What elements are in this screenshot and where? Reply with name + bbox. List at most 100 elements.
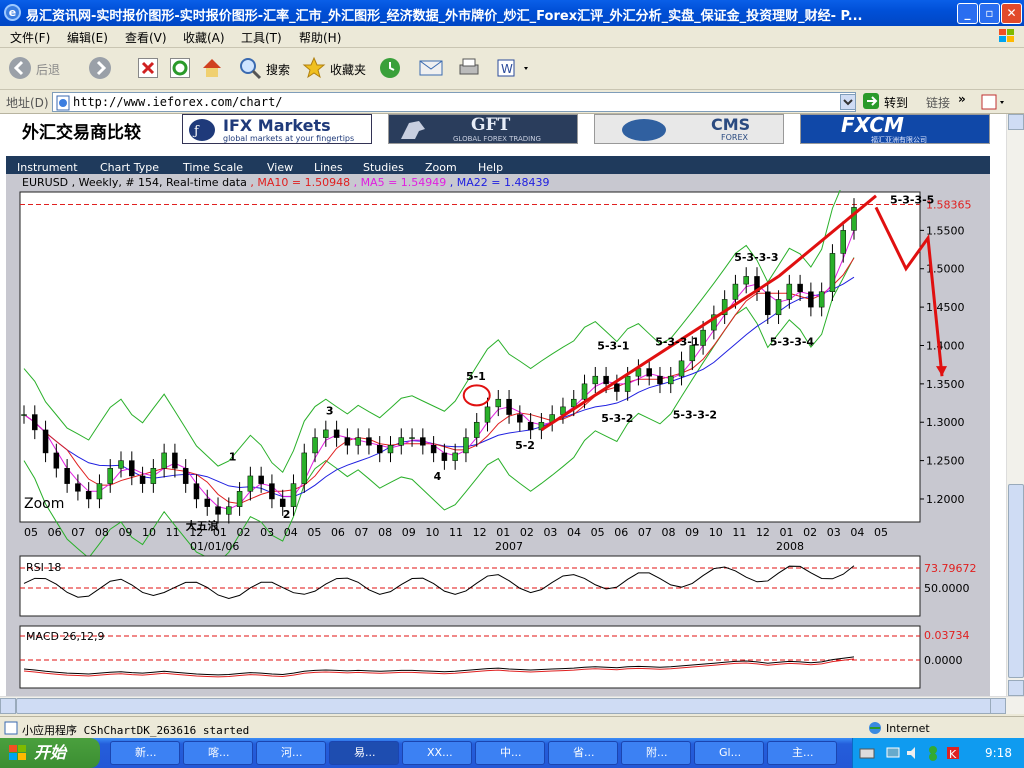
close-button[interactable]: ✕ — [1001, 3, 1022, 24]
menu-edit[interactable]: 编辑(E) — [67, 29, 108, 46]
go-button[interactable]: 转到 — [862, 92, 914, 112]
menu-help[interactable]: 帮助(H) — [299, 29, 341, 46]
x-year-label: 01/01/06 — [190, 540, 239, 553]
address-dropdown[interactable] — [840, 94, 856, 110]
horizontal-scrollbar[interactable] — [0, 696, 1024, 714]
taskbar-item[interactable]: 新... — [110, 741, 180, 765]
stop-button[interactable] — [138, 58, 158, 78]
menu-view[interactable]: 查看(V) — [125, 29, 167, 46]
taskbar-item[interactable]: 喀... — [183, 741, 253, 765]
candle-body — [452, 452, 458, 461]
candle-body — [420, 437, 426, 446]
candle-body — [85, 491, 92, 500]
scroll-right-button[interactable] — [990, 698, 1006, 714]
extra-toolbar-button[interactable] — [980, 93, 1006, 111]
links-chevron-icon[interactable]: » — [958, 92, 966, 106]
volume-icon[interactable] — [905, 745, 921, 761]
fxcm-banner[interactable]: FXCM 福汇亚洲有限公司 — [800, 114, 990, 144]
menu-file[interactable]: 文件(F) — [10, 29, 50, 46]
start-label: 开始 — [34, 743, 67, 762]
network-icon[interactable] — [885, 745, 901, 761]
taskbar-item[interactable]: XX... — [402, 741, 472, 765]
candle-body — [441, 452, 448, 461]
taskbar-item[interactable]: 省... — [548, 741, 618, 765]
refresh-icon — [172, 60, 188, 76]
broker-compare-banner[interactable]: 外汇交易商比较 — [6, 114, 174, 144]
messenger-icon[interactable] — [925, 745, 941, 761]
gft-title: GFT — [471, 115, 511, 135]
candle-body — [75, 483, 81, 492]
taskbar-item[interactable]: 中... — [475, 741, 545, 765]
chart-symbol: EURUSD , Weekly, # 154, Real-time data — [22, 176, 247, 189]
maximize-button[interactable]: ▫ — [979, 3, 1000, 24]
chart-menu-lines[interactable]: Lines — [314, 161, 343, 174]
scroll-up-button[interactable] — [1008, 114, 1024, 130]
candle-body — [258, 475, 264, 484]
gft-banner[interactable]: GFT GLOBAL FOREX TRADING — [388, 114, 578, 144]
scroll-left-button[interactable] — [0, 698, 16, 714]
svg-text:ƒ: ƒ — [192, 124, 200, 139]
gft-subtitle: GLOBAL FOREX TRADING — [453, 135, 541, 143]
macd-value-label: 0.03734 — [924, 629, 970, 642]
y-tick-label: 1.2500 — [926, 455, 965, 468]
home-button[interactable] — [200, 56, 224, 80]
edit-button[interactable]: W — [494, 56, 534, 80]
minimize-button[interactable]: _ — [957, 3, 978, 24]
refresh-button[interactable] — [170, 58, 190, 78]
taskbar-item[interactable]: 主... — [767, 741, 837, 765]
taskbar-item[interactable]: 附... — [621, 741, 691, 765]
zone-label: Internet — [886, 722, 930, 735]
keyboard-icon[interactable] — [859, 745, 875, 761]
scroll-down-button[interactable] — [1008, 680, 1024, 696]
vertical-scroll-thumb[interactable] — [1008, 484, 1024, 678]
taskbar-item[interactable]: 易... — [329, 741, 399, 765]
chart-applet[interactable]: Instrument Chart Type Time Scale View Li… — [6, 156, 990, 696]
price-chart[interactable]: 1.55001.50001.45001.40001.35001.30001.25… — [6, 190, 990, 696]
menu-favorites[interactable]: 收藏(A) — [183, 29, 225, 46]
address-input[interactable]: http://www.ieforex.com/chart/ — [52, 92, 856, 112]
candle-body — [161, 452, 167, 469]
candle-body — [624, 375, 631, 392]
home-icon — [203, 59, 221, 77]
chart-menu-chart-type[interactable]: Chart Type — [100, 161, 159, 174]
window-titlebar: e 易汇资讯网-实时报价图形-实时报价图形-汇率_汇市_外汇图形_经济数据_外市… — [0, 0, 1024, 26]
taskbar-item[interactable]: Gl... — [694, 741, 764, 765]
mail-button[interactable] — [418, 56, 452, 80]
vertical-scrollbar[interactable] — [1006, 114, 1024, 696]
favorites-button[interactable]: 收藏夹 — [302, 56, 372, 82]
start-button[interactable]: 开始 — [0, 738, 100, 768]
cms-banner[interactable]: CMS FOREX — [594, 114, 784, 144]
history-button[interactable] — [378, 56, 402, 80]
chart-menu-view[interactable]: View — [267, 161, 293, 174]
search-button[interactable]: 搜索 — [238, 56, 298, 82]
chart-menu-time-scale[interactable]: Time Scale — [183, 161, 243, 174]
candle-body — [506, 398, 512, 415]
wave-label: 5-2 — [515, 439, 535, 452]
y-tick-label: 1.3500 — [926, 378, 965, 391]
horizontal-scroll-thumb[interactable] — [16, 698, 1006, 714]
printer-icon — [459, 58, 479, 75]
ie-icon: e — [4, 4, 21, 21]
back-button[interactable]: 后退 — [8, 56, 78, 82]
menu-tools[interactable]: 工具(T) — [241, 29, 282, 46]
forward-button[interactable] — [88, 56, 128, 82]
taskbar-item[interactable]: 河... — [256, 741, 326, 765]
menubar: 文件(F) 编辑(E) 查看(V) 收藏(A) 工具(T) 帮助(H) — [0, 26, 1024, 48]
chart-menu-zoom[interactable]: Zoom — [425, 161, 457, 174]
x-tick-label: 01 — [213, 526, 227, 539]
chart-menu-instrument[interactable]: Instrument — [17, 161, 78, 174]
ifx-banner[interactable]: ƒ IFX Markets global markets at your fin… — [182, 114, 372, 144]
candle-body — [463, 437, 469, 454]
print-button[interactable] — [456, 56, 482, 80]
x-tick-label: 08 — [378, 526, 392, 539]
shield-icon[interactable]: K — [945, 745, 961, 761]
chart-menu-studies[interactable]: Studies — [363, 161, 404, 174]
x-tick-label: 05 — [307, 526, 321, 539]
chart-menu-help[interactable]: Help — [478, 161, 503, 174]
fxcm-subtitle: 福汇亚洲有限公司 — [871, 136, 927, 144]
candle-body — [172, 452, 178, 469]
clock[interactable]: 9:18 — [985, 746, 1012, 760]
links-label[interactable]: 链接 — [926, 94, 950, 111]
candle-body — [64, 468, 70, 484]
wave-label: 5-3 — [868, 190, 888, 191]
